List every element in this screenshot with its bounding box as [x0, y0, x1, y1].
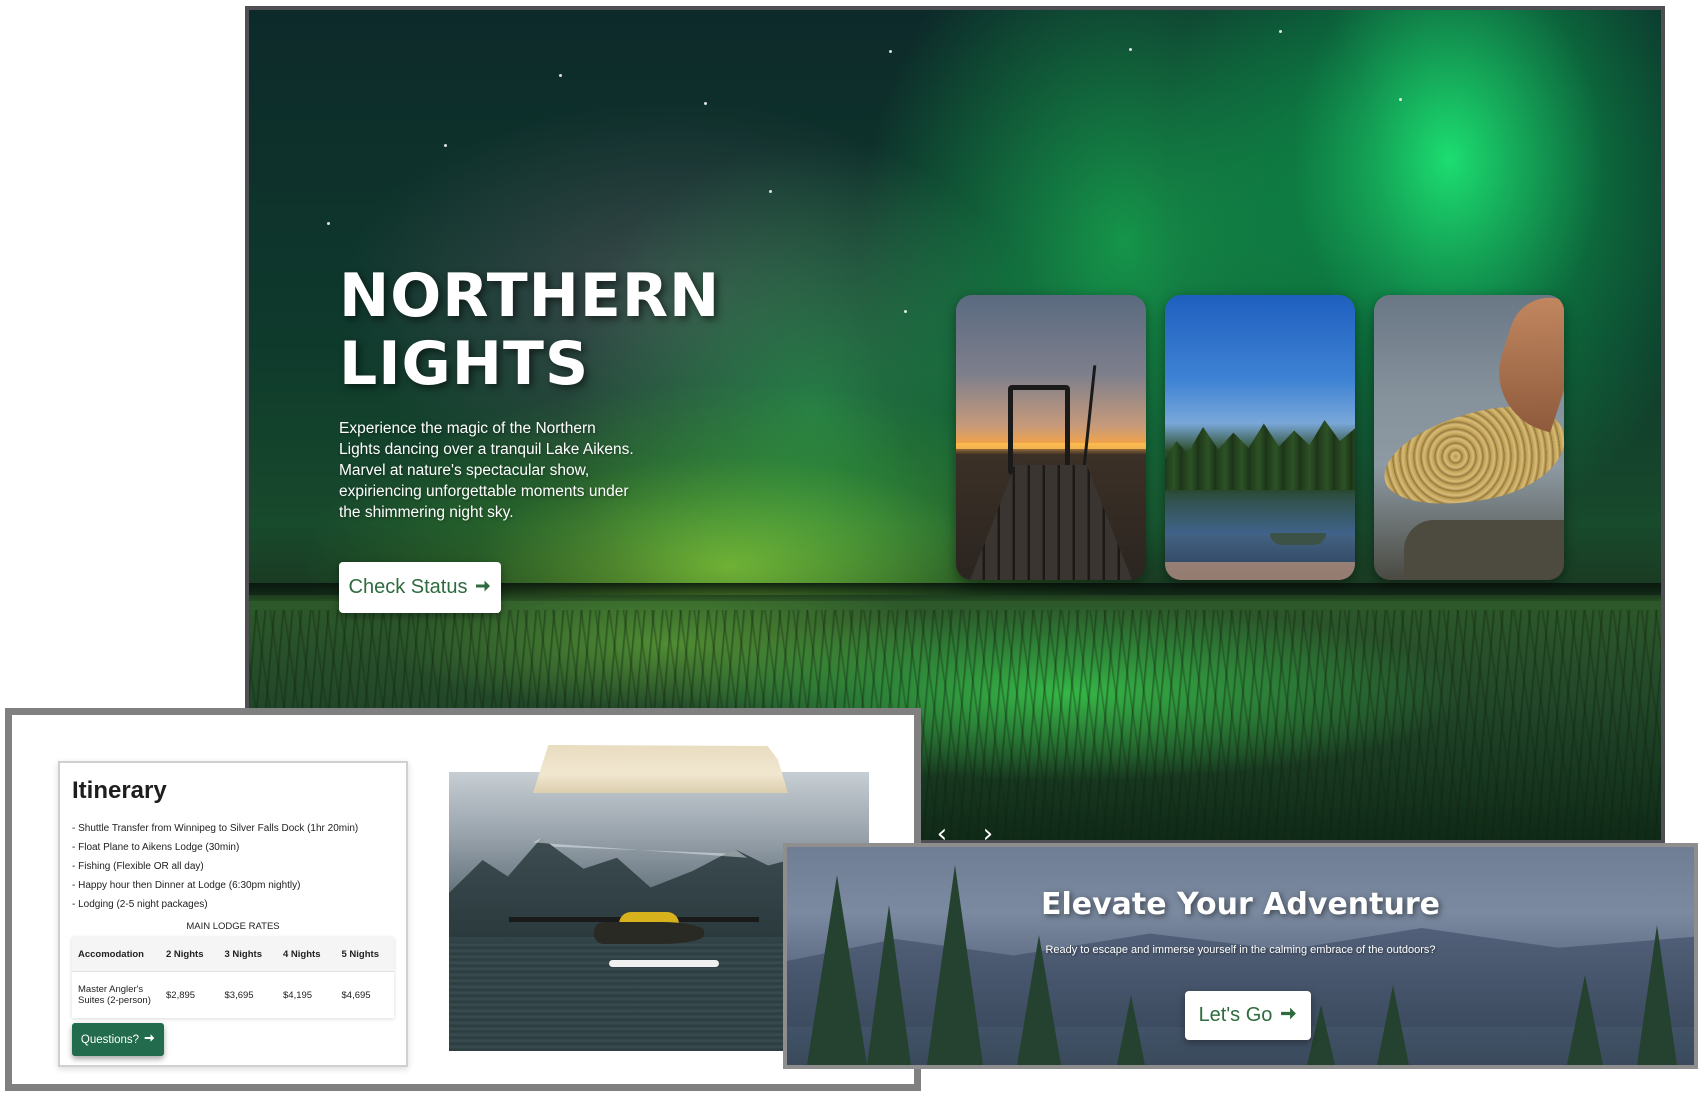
- adventure-subtitle: Ready to escape and immerse yourself in …: [1045, 944, 1436, 956]
- table-cell: Master Angler's Suites (2-person): [72, 971, 160, 1018]
- column-header: 2 Nights: [160, 937, 219, 972]
- hero-description: Experience the magic of the Northern Lig…: [339, 420, 634, 521]
- chevron-right-icon[interactable]: ›: [972, 818, 1004, 840]
- table-cell: $3,695: [218, 971, 277, 1018]
- boat: [1270, 533, 1326, 545]
- plane-float: [609, 960, 719, 967]
- itinerary-item: - Float Plane to Aikens Lodge (30min): [72, 842, 240, 853]
- star: [1129, 48, 1132, 51]
- lets-go-button[interactable]: Let's Go: [1185, 991, 1311, 1040]
- forest-reflection: [1165, 490, 1355, 535]
- camp-chair: [1008, 385, 1070, 475]
- itinerary-card: Itinerary - Shuttle Transfer from Winnip…: [58, 761, 408, 1067]
- lake-forest-photo: [1165, 295, 1355, 580]
- pine-tree: [1117, 995, 1145, 1065]
- fish-catch-photo: [1374, 295, 1564, 580]
- star: [904, 310, 907, 313]
- itinerary-item: - Fishing (Flexible OR all day): [72, 861, 204, 872]
- chevron-left-icon[interactable]: ‹: [926, 818, 958, 840]
- star: [559, 74, 562, 77]
- arrow-right-icon: [475, 576, 491, 599]
- table-cell: $4,695: [335, 971, 394, 1018]
- itinerary-title: Itinerary: [72, 777, 167, 804]
- star: [1279, 30, 1282, 33]
- table-header-row: Accomodation 2 Nights 3 Nights 4 Nights …: [72, 937, 394, 972]
- star: [327, 222, 330, 225]
- dock-planks: [970, 465, 1132, 580]
- star: [889, 50, 892, 53]
- check-status-button[interactable]: Check Status: [339, 562, 501, 613]
- dock-chair-photo: [956, 295, 1146, 580]
- check-status-label: Check Status: [348, 576, 468, 598]
- shore: [1165, 562, 1355, 580]
- pine-tree: [867, 905, 911, 1065]
- arrow-right-icon: [144, 1033, 155, 1046]
- star: [1399, 98, 1402, 101]
- itinerary-item: - Lodging (2-5 night packages): [72, 899, 208, 910]
- star: [704, 102, 707, 105]
- adventure-banner: Elevate Your Adventure Ready to escape a…: [783, 843, 1698, 1069]
- rock: [1404, 520, 1564, 580]
- column-header: Accomodation: [72, 937, 160, 972]
- arrow-right-icon: [1280, 1004, 1297, 1027]
- itinerary-item: - Shuttle Transfer from Winnipeg to Silv…: [72, 823, 359, 834]
- itinerary-item: - Happy hour then Dinner at Lodge (6:30p…: [72, 880, 301, 891]
- masking-tape: [533, 745, 788, 793]
- itinerary-list: - Shuttle Transfer from Winnipeg to Silv…: [72, 819, 358, 914]
- table-cell: $4,195: [277, 971, 336, 1018]
- hero-title-line1: NORTHERN: [339, 261, 721, 331]
- column-header: 4 Nights: [277, 937, 336, 972]
- column-header: 3 Nights: [218, 937, 277, 972]
- forest: [1165, 420, 1355, 490]
- pine-tree: [1567, 975, 1603, 1065]
- star: [444, 144, 447, 147]
- rates-caption: MAIN LODGE RATES: [186, 921, 280, 932]
- plane-fuselage: [594, 922, 704, 944]
- adventure-title: Elevate Your Adventure: [1040, 887, 1441, 922]
- pine-tree: [1307, 1005, 1335, 1065]
- pine-tree: [1377, 985, 1409, 1065]
- star: [769, 190, 772, 193]
- questions-button[interactable]: Questions?: [72, 1023, 164, 1056]
- lets-go-label: Let's Go: [1198, 1004, 1273, 1026]
- hero-title: NORTHERN LIGHTS: [339, 262, 720, 398]
- table-cell: $2,895: [160, 971, 219, 1018]
- table-row: Master Angler's Suites (2-person) $2,895…: [72, 971, 394, 1018]
- rates-table: Accomodation 2 Nights 3 Nights 4 Nights …: [72, 937, 394, 1018]
- column-header: 5 Nights: [335, 937, 394, 972]
- questions-label: Questions?: [80, 1033, 140, 1046]
- hero-title-line2: LIGHTS: [339, 329, 590, 399]
